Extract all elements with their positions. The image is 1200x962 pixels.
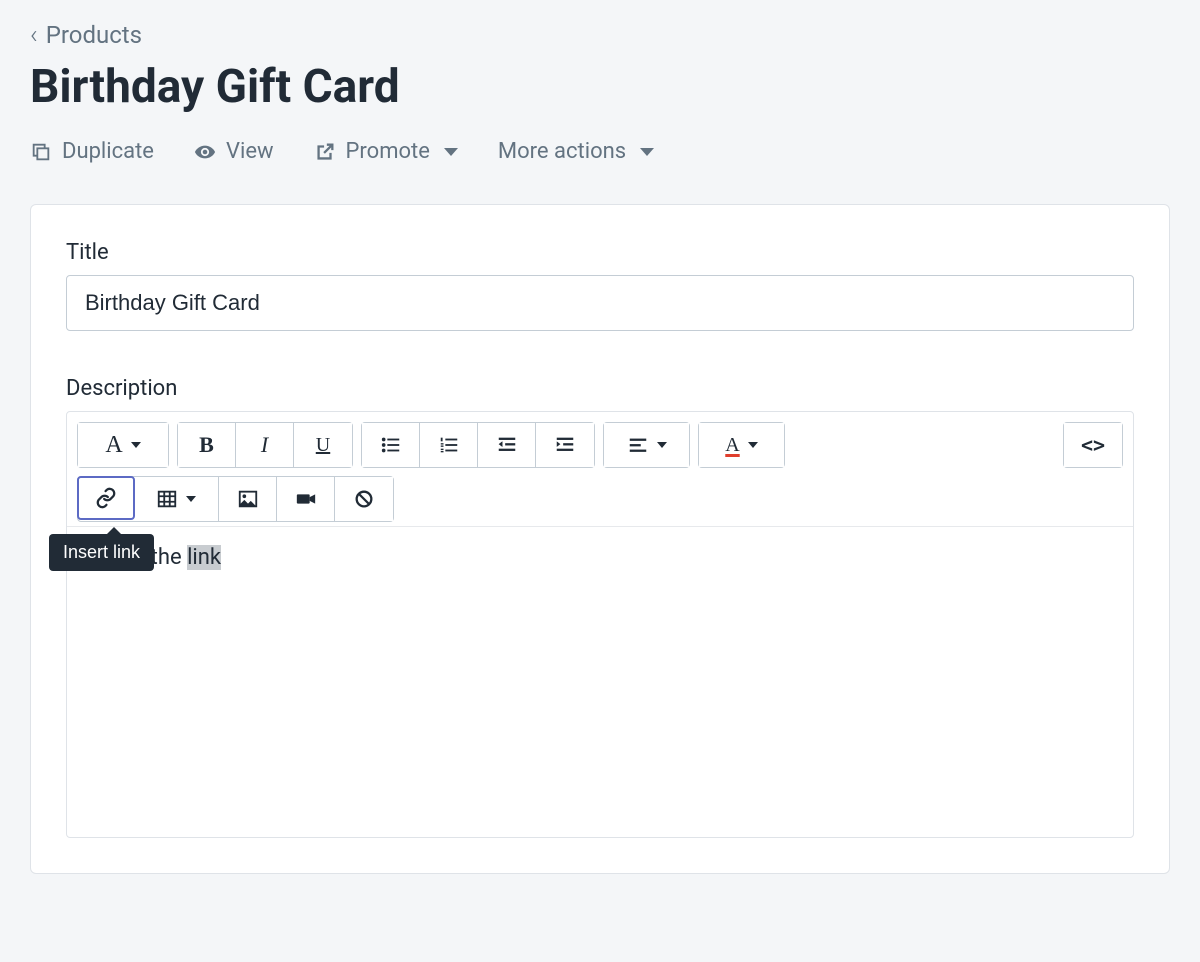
underline-icon: U <box>316 434 330 457</box>
promote-button[interactable]: Promote <box>314 139 458 164</box>
title-label: Title <box>66 240 1134 265</box>
editor-toolbar: A B I U <box>67 412 1133 527</box>
table-icon <box>156 488 178 510</box>
duplicate-label: Duplicate <box>62 139 154 164</box>
rich-text-editor: A B I U <box>66 411 1134 838</box>
italic-button[interactable]: I <box>236 423 294 467</box>
insert-link-button[interactable]: Insert link <box>77 476 135 520</box>
chevron-down-icon <box>131 442 141 448</box>
outdent-button[interactable] <box>478 423 536 467</box>
numbered-list-button[interactable] <box>420 423 478 467</box>
indent-button[interactable] <box>536 423 594 467</box>
bullet-list-button[interactable] <box>362 423 420 467</box>
code-group: <> <box>1063 422 1123 468</box>
video-icon <box>295 488 317 510</box>
text-color-dropdown[interactable]: A <box>699 423 784 467</box>
text-style-group: B I U <box>177 422 353 468</box>
code-icon: <> <box>1081 433 1105 457</box>
format-group: A <box>77 422 169 468</box>
tooltip: Insert link <box>49 534 154 571</box>
chevron-down-icon <box>748 442 758 448</box>
view-button[interactable]: View <box>194 139 274 164</box>
align-left-icon <box>627 434 649 456</box>
editor-card: Title Description A B <box>30 204 1170 874</box>
clear-formatting-icon <box>353 488 375 510</box>
align-dropdown[interactable] <box>604 423 689 467</box>
breadcrumb-label: Products <box>46 21 142 49</box>
text-color-icon: A <box>725 434 739 457</box>
title-input[interactable] <box>66 275 1134 331</box>
editor-text-selected: link <box>187 545 221 570</box>
more-actions-label: More actions <box>498 139 626 164</box>
duplicate-icon <box>30 141 52 163</box>
promote-label: Promote <box>346 139 430 164</box>
align-group <box>603 422 690 468</box>
list-group <box>361 422 595 468</box>
format-letter: A <box>105 432 122 459</box>
outdent-icon <box>496 434 518 456</box>
insert-video-button[interactable] <box>277 477 335 521</box>
description-label: Description <box>66 376 1134 401</box>
link-icon <box>95 487 117 509</box>
color-group: A <box>698 422 785 468</box>
chevron-down-icon <box>640 148 654 156</box>
bold-icon: B <box>199 432 214 458</box>
view-label: View <box>226 139 274 164</box>
underline-button[interactable]: U <box>294 423 352 467</box>
chevron-down-icon <box>657 442 667 448</box>
chevron-left-icon: ‹ <box>30 20 38 50</box>
action-bar: Duplicate View Promote More actions <box>30 139 1170 164</box>
insert-image-button[interactable] <box>219 477 277 521</box>
page-title: Birthday Gift Card <box>30 60 1170 114</box>
eye-icon <box>194 141 216 163</box>
bold-button[interactable]: B <box>178 423 236 467</box>
external-link-icon <box>314 141 336 163</box>
description-editor-content[interactable]: this is the link <box>67 527 1133 837</box>
chevron-down-icon <box>186 496 196 502</box>
chevron-down-icon <box>444 148 458 156</box>
insert-table-dropdown[interactable] <box>134 477 219 521</box>
more-actions-button[interactable]: More actions <box>498 139 654 164</box>
breadcrumb[interactable]: ‹ Products <box>30 20 1170 50</box>
numbered-list-icon <box>438 434 460 456</box>
italic-icon: I <box>261 432 268 458</box>
clear-formatting-button[interactable] <box>335 477 393 521</box>
duplicate-button[interactable]: Duplicate <box>30 139 154 164</box>
show-html-button[interactable]: <> <box>1064 423 1122 467</box>
image-icon <box>237 488 259 510</box>
indent-icon <box>554 434 576 456</box>
insert-group: Insert link <box>77 476 394 522</box>
bullet-list-icon <box>380 434 402 456</box>
format-dropdown[interactable]: A <box>78 423 168 467</box>
